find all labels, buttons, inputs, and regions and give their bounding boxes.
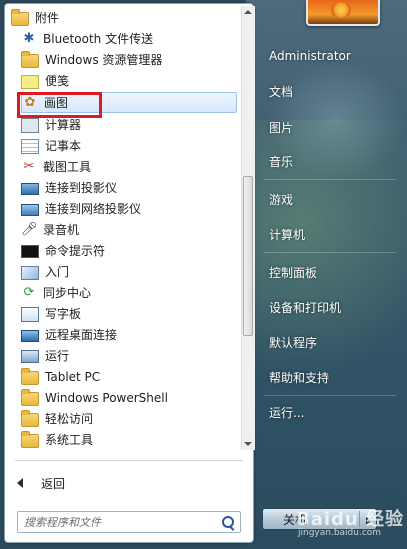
- shutdown-button[interactable]: 关机: [262, 508, 377, 530]
- run-icon: [21, 350, 39, 363]
- program-label: 计算器: [45, 118, 82, 132]
- shutdown-label: 关机: [283, 512, 308, 527]
- folder-icon: [21, 367, 39, 385]
- remote-desktop-icon: [21, 330, 39, 342]
- right-menu-help-support[interactable]: 帮助和支持: [269, 369, 329, 386]
- program-label: 连接到投影仪: [45, 181, 118, 195]
- snipping-tool-icon: ✂: [23, 158, 35, 174]
- right-menu-control-panel[interactable]: 控制面板: [269, 264, 317, 281]
- user-avatar[interactable]: [306, 0, 380, 26]
- folder-item-ease-of-access[interactable]: 轻松访问: [21, 408, 235, 429]
- right-menu-devices-printers[interactable]: 设备和打印机: [269, 299, 341, 316]
- scroll-up-arrow-icon[interactable]: [244, 10, 252, 14]
- folder-item-label: Tablet PC: [45, 369, 101, 384]
- notepad-icon: [21, 138, 39, 154]
- network-projector-icon: [21, 204, 39, 216]
- program-item-explorer[interactable]: Windows 资源管理器: [21, 49, 235, 70]
- program-item-wordpad[interactable]: 写字板: [21, 303, 235, 324]
- right-menu-separator: [264, 179, 396, 180]
- back-arrow-icon: [17, 478, 23, 488]
- program-label: 记事本: [45, 139, 82, 153]
- calculator-icon: [21, 117, 39, 133]
- right-menu-default-programs[interactable]: 默认程序: [269, 334, 317, 351]
- shutdown-split-divider: [359, 511, 360, 527]
- program-label: 同步中心: [43, 286, 92, 300]
- folder-item-system-tools[interactable]: 系统工具: [21, 429, 235, 450]
- program-label: 写字板: [45, 307, 82, 321]
- folder-icon: [21, 409, 39, 427]
- program-item-remote-desktop[interactable]: 远程桌面连接: [21, 324, 235, 345]
- folder-item-label: Windows PowerShell: [45, 390, 168, 405]
- right-menu-music[interactable]: 音乐: [269, 153, 293, 170]
- right-menu-computer[interactable]: 计算机: [269, 226, 305, 243]
- program-item-calculator[interactable]: 计算器: [21, 114, 235, 135]
- program-item-notepad[interactable]: 记事本: [21, 135, 235, 156]
- program-item-network-projector[interactable]: 连接到网络投影仪: [21, 198, 235, 219]
- program-item-bluetooth[interactable]: ✱ Bluetooth 文件传送: [21, 28, 235, 49]
- program-item-sticky-notes[interactable]: 便笺: [21, 70, 235, 91]
- getting-started-icon: [21, 265, 39, 280]
- divider: [15, 460, 243, 461]
- paint-palette-icon: ✿: [24, 94, 36, 110]
- explorer-folder-icon: [21, 50, 39, 68]
- right-menu-separator: [264, 252, 396, 253]
- chevron-right-icon[interactable]: [366, 517, 371, 525]
- folder-open-icon: [11, 8, 29, 26]
- program-item-sound-recorder[interactable]: 🎤︎ 录音机: [21, 219, 235, 240]
- sticky-notes-icon: [21, 74, 39, 89]
- right-menu-documents[interactable]: 文档: [269, 83, 293, 100]
- program-item-sync-center[interactable]: ⟳ 同步中心: [21, 282, 235, 303]
- program-item-getting-started[interactable]: 入门: [21, 261, 235, 282]
- back-label: 返回: [41, 476, 66, 491]
- folder-label: 附件: [35, 11, 60, 25]
- program-label: 录音机: [43, 223, 80, 237]
- programs-panel: 附件 ✱ Bluetooth 文件传送 Windows 资源管理器 便笺 ✿ 画…: [4, 3, 255, 543]
- programs-scrollbar[interactable]: [241, 6, 255, 450]
- microphone-icon: 🎤︎: [21, 221, 38, 237]
- program-item-snipping-tool[interactable]: ✂ 截图工具: [21, 156, 235, 177]
- program-label: Bluetooth 文件传送: [43, 32, 154, 46]
- wordpad-icon: [21, 306, 39, 322]
- program-label: 截图工具: [43, 160, 92, 174]
- search-icon[interactable]: [222, 516, 234, 528]
- search-input[interactable]: [24, 514, 214, 530]
- sync-center-icon: ⟳: [23, 284, 35, 300]
- program-item-command-prompt[interactable]: 命令提示符: [21, 240, 235, 261]
- folder-item-tablet-pc[interactable]: Tablet PC: [21, 366, 235, 387]
- program-label: 连接到网络投影仪: [45, 202, 142, 216]
- program-label: 便笺: [45, 74, 70, 88]
- command-prompt-icon: [21, 245, 39, 258]
- program-item-projector[interactable]: 连接到投影仪: [21, 177, 235, 198]
- user-name-link[interactable]: Administrator: [269, 49, 351, 63]
- bluetooth-icon: ✱: [23, 30, 35, 46]
- search-box: [17, 511, 241, 533]
- program-label: 入门: [45, 265, 70, 279]
- program-label: Windows 资源管理器: [45, 53, 163, 67]
- folder-icon: [21, 388, 39, 406]
- program-label: 远程桌面连接: [45, 328, 118, 342]
- scroll-thumb[interactable]: [243, 176, 253, 336]
- right-menu-pictures[interactable]: 图片: [269, 119, 293, 136]
- scroll-down-arrow-icon[interactable]: [244, 442, 252, 446]
- folder-icon: [21, 430, 39, 448]
- back-button[interactable]: 返回: [13, 472, 213, 494]
- accessories-folder[interactable]: 附件: [11, 7, 237, 28]
- folder-item-label: 系统工具: [45, 433, 94, 447]
- folder-item-powershell[interactable]: Windows PowerShell: [21, 387, 235, 408]
- program-label: 运行: [45, 349, 70, 363]
- program-item-run[interactable]: 运行: [21, 345, 235, 366]
- program-label: 画图: [44, 96, 69, 110]
- program-item-paint[interactable]: ✿ 画图: [21, 92, 237, 113]
- projector-icon: [21, 183, 39, 195]
- program-label: 命令提示符: [45, 244, 106, 258]
- folder-item-label: 轻松访问: [45, 412, 94, 426]
- right-menu-run[interactable]: 运行...: [269, 404, 304, 421]
- right-menu-games[interactable]: 游戏: [269, 191, 293, 208]
- right-menu-separator: [264, 395, 396, 396]
